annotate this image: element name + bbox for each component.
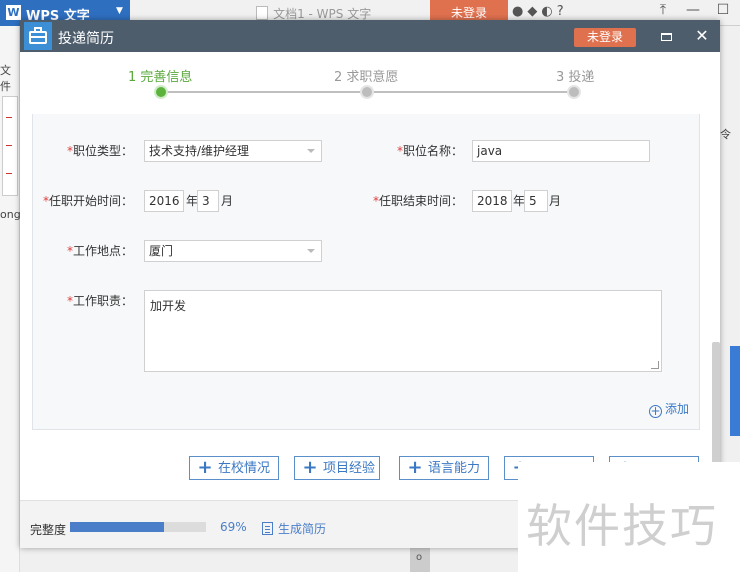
step-label-3: 3 投递: [556, 70, 595, 85]
dialog-header: 投递简历 未登录 ✕: [20, 20, 720, 52]
chevron-down-icon: [307, 149, 315, 153]
end-year-input[interactable]: 2018: [472, 190, 512, 212]
position-type-value: 技术支持/维护经理: [149, 144, 250, 158]
wps-bottom-area: o: [20, 548, 520, 572]
skin-icon[interactable]: ●: [512, 4, 527, 19]
position-name-input[interactable]: java: [472, 140, 650, 162]
maximize-icon[interactable]: ☐: [708, 2, 738, 18]
end-time-label: *任职结束时间：: [372, 194, 463, 208]
chevron-down-icon[interactable]: ▼: [116, 6, 123, 16]
duties-textarea[interactable]: 加开发: [144, 290, 662, 372]
completion-progress-bar: [70, 522, 206, 532]
settings-icon[interactable]: ◆: [527, 4, 541, 19]
position-type-label: *职位类型：: [67, 144, 134, 158]
location-value: 厦门: [149, 244, 174, 258]
maximize-icon: [661, 33, 672, 41]
close-button[interactable]: ✕: [692, 26, 712, 46]
completion-label: 完整度: [30, 523, 67, 537]
step-dot-1: [154, 85, 168, 99]
position-name-label: *职位名称：: [396, 144, 463, 158]
plus-icon: +: [407, 457, 423, 478]
language-ability-button[interactable]: + 语言能力: [399, 456, 489, 480]
wps-scrollbar[interactable]: [730, 346, 740, 436]
scroll-glyph: o: [416, 552, 423, 563]
ruler-strip: [2, 96, 18, 196]
form-scroll-area: *职位类型： 技术支持/维护经理 *职位名称： java *任职开始时间： 20…: [32, 114, 702, 500]
work-experience-form: *职位类型： 技术支持/维护经理 *职位名称： java *任职开始时间： 20…: [32, 114, 700, 430]
duties-label: *工作职责：: [66, 294, 133, 308]
step-indicator: 1 完善信息 2 求职意愿 3 投递: [20, 52, 720, 114]
maximize-button[interactable]: [656, 26, 676, 46]
end-month-unit: 月: [549, 194, 562, 208]
close-icon: ✕: [695, 26, 709, 45]
dialog-title: 投递简历: [58, 31, 114, 47]
side-text-fragment: ong: [0, 208, 21, 221]
wps-logo-icon: W: [6, 5, 21, 20]
document-icon: [262, 522, 273, 535]
add-experience-link[interactable]: + 添加: [649, 400, 689, 418]
wps-left-pane: 文件 ong: [0, 26, 21, 572]
plus-icon: +: [197, 457, 213, 478]
location-label: *工作地点：: [66, 244, 133, 258]
end-month-input[interactable]: 5: [524, 190, 548, 212]
add-link-label: 添加: [665, 402, 690, 416]
wps-toolbar-icons: ●◆◐?: [512, 4, 568, 19]
right-text-fragment: 令: [720, 128, 731, 141]
start-month-unit: 月: [221, 194, 234, 208]
briefcase-icon: [24, 22, 52, 50]
resize-grip-icon[interactable]: [651, 361, 659, 369]
file-menu-fragment[interactable]: 文件: [0, 62, 19, 94]
minimize-icon[interactable]: —: [678, 2, 708, 18]
step-dot-3: [567, 85, 581, 99]
step-dot-2: [360, 85, 374, 99]
upload-icon[interactable]: ⤒: [648, 2, 678, 18]
login-button[interactable]: 未登录: [574, 28, 636, 47]
start-month-input[interactable]: 3: [197, 190, 219, 212]
school-info-button[interactable]: + 在校情况: [189, 456, 279, 480]
watermark-overlay: 软件技巧: [518, 462, 740, 572]
plus-icon: +: [302, 457, 318, 478]
generate-resume-button[interactable]: 生成简历: [262, 520, 326, 537]
step-label-2: 2 求职意愿: [334, 70, 399, 85]
generate-resume-label: 生成简历: [278, 522, 327, 536]
chevron-down-icon: [307, 249, 315, 253]
step-label-1: 1 完善信息: [128, 70, 193, 85]
completion-progress-fill: [70, 522, 164, 532]
project-experience-button[interactable]: + 项目经验: [294, 456, 380, 480]
plus-circle-icon: +: [649, 404, 662, 418]
start-year-input[interactable]: 2016: [144, 190, 184, 212]
position-type-select[interactable]: 技术支持/维护经理: [144, 140, 322, 162]
location-select[interactable]: 厦门: [144, 240, 322, 262]
dialog-scrollbar[interactable]: [710, 114, 720, 504]
start-time-label: *任职开始时间：: [42, 194, 133, 208]
document-title-text: 文档1 - WPS 文字: [273, 7, 372, 21]
feedback-icon[interactable]: ◐: [541, 4, 556, 19]
watermark-text: 软件技巧: [526, 499, 718, 553]
duties-value: 加开发: [150, 299, 187, 313]
completion-percent: 69%: [220, 520, 247, 534]
help-icon[interactable]: ?: [557, 4, 568, 19]
